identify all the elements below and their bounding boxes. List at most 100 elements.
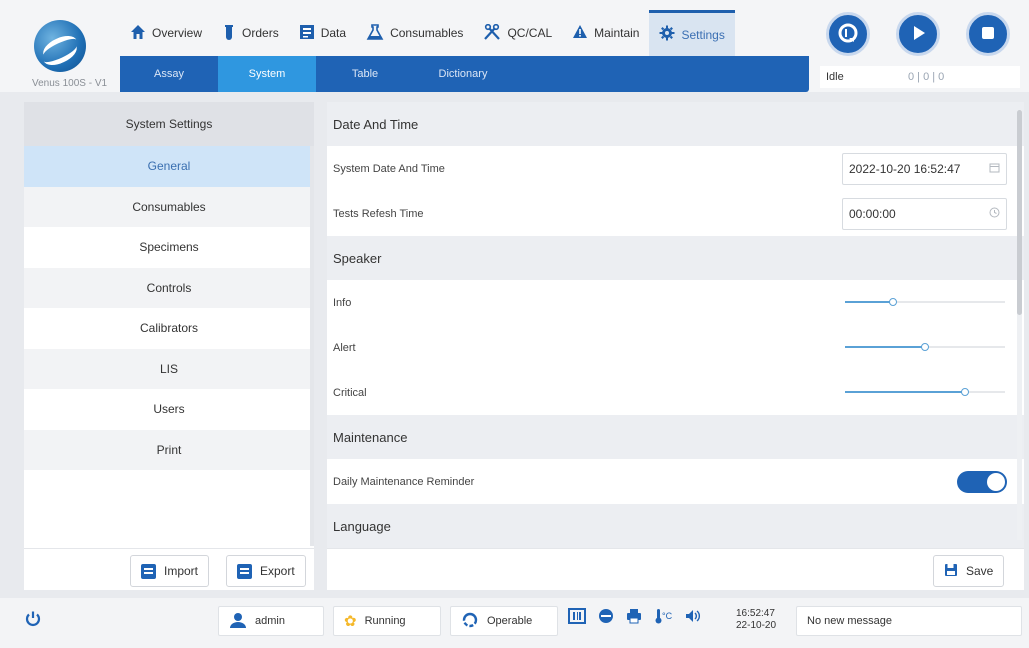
message-text: No new message xyxy=(807,615,892,627)
speaker-alert-slider[interactable] xyxy=(845,343,1005,351)
sidebar-item-users[interactable]: Users xyxy=(24,389,314,430)
row-system-date-time: System Date And Time 2022-10-20 16:52:47 xyxy=(327,146,1024,191)
subtab-system[interactable]: System xyxy=(218,56,316,92)
daily-maintenance-label: Daily Maintenance Reminder xyxy=(333,475,475,488)
speaker-alert-label: Alert xyxy=(333,341,356,354)
slider-fill xyxy=(845,391,965,393)
row-speaker-info: Info xyxy=(327,280,1024,325)
settings-content: Date And Time System Date And Time 2022-… xyxy=(327,102,1024,590)
row-daily-maintenance: Daily Maintenance Reminder xyxy=(327,459,1024,504)
test-tube-icon xyxy=(222,24,236,43)
gear-icon xyxy=(659,25,675,44)
system-date-time-value: 2022-10-20 16:52:47 xyxy=(849,161,961,176)
cycle-icon xyxy=(461,611,479,632)
system-date-time-label: System Date And Time xyxy=(333,162,445,175)
sidebar-scrollbar[interactable] xyxy=(310,146,314,546)
tab-settings[interactable]: Settings xyxy=(649,10,735,56)
printer-icon[interactable] xyxy=(626,608,642,627)
message-box[interactable]: No new message xyxy=(796,606,1022,636)
sidebar-item-calibrators[interactable]: Calibrators xyxy=(24,308,314,349)
header: Venus 100S - V1 Overview Orders Data Con… xyxy=(0,0,1029,92)
subtab-dictionary[interactable]: Dictionary xyxy=(414,56,512,92)
tab-label: Consumables xyxy=(390,26,464,40)
pause-button[interactable] xyxy=(826,12,870,56)
tools-icon xyxy=(483,23,501,43)
clock-icon xyxy=(989,207,1000,221)
temperature-icon[interactable]: °C xyxy=(654,608,673,627)
tab-maintain[interactable]: Maintain xyxy=(562,10,649,56)
tests-refresh-field[interactable]: 00:00:00 xyxy=(842,197,1007,230)
tab-consumables[interactable]: Consumables xyxy=(356,10,473,56)
status-counts: 0 | 0 | 0 xyxy=(908,71,945,83)
status-state: Idle xyxy=(826,71,844,83)
user-icon xyxy=(229,612,247,631)
volume-icon[interactable] xyxy=(684,608,702,627)
speaker-critical-slider[interactable] xyxy=(845,388,1005,396)
scanner-icon[interactable] xyxy=(568,608,586,627)
sidebar-item-specimens[interactable]: Specimens xyxy=(24,227,314,268)
import-icon xyxy=(141,563,156,579)
sidebar-item-consumables[interactable]: Consumables xyxy=(24,186,314,227)
tab-label: QC/CAL xyxy=(507,26,553,40)
slider-knob[interactable] xyxy=(921,343,929,351)
row-tests-refresh-time: Tests Refesh Time 00:00:00 xyxy=(327,191,1024,236)
sidebar-item-print[interactable]: Print xyxy=(24,429,314,470)
home-icon xyxy=(130,24,146,43)
section-maintenance: Maintenance xyxy=(327,415,1024,459)
slider-knob[interactable] xyxy=(961,388,969,396)
section-date-time: Date And Time xyxy=(327,102,1024,146)
slider-knob[interactable] xyxy=(889,298,897,306)
save-label: Save xyxy=(966,564,994,578)
running-gear-icon: ✿ xyxy=(344,613,357,630)
start-button[interactable] xyxy=(896,12,940,56)
speaker-info-slider[interactable] xyxy=(845,298,1005,306)
save-button[interactable]: Save xyxy=(933,555,1005,587)
tests-refresh-value: 00:00:00 xyxy=(849,206,896,221)
export-button[interactable]: Export xyxy=(226,555,306,587)
content-footer: Save xyxy=(327,548,1024,590)
sidebar-title: System Settings xyxy=(24,102,314,146)
tab-label: Maintain xyxy=(594,26,640,40)
slider-fill xyxy=(845,346,925,348)
tab-data[interactable]: Data xyxy=(289,10,356,56)
stop-icon xyxy=(979,24,997,45)
subtab-assay[interactable]: Assay xyxy=(120,56,218,92)
logo xyxy=(34,20,86,72)
subtab-table[interactable]: Table xyxy=(316,56,414,92)
tab-orders[interactable]: Orders xyxy=(212,10,289,56)
content-scrollbar[interactable] xyxy=(1017,110,1022,540)
running-label: Running xyxy=(364,615,406,627)
system-date-time-field[interactable]: 2022-10-20 16:52:47 xyxy=(842,152,1007,185)
network-icon[interactable] xyxy=(598,608,614,627)
user-button[interactable]: admin xyxy=(218,606,324,636)
sidebar-item-controls[interactable]: Controls xyxy=(24,267,314,308)
export-icon xyxy=(237,563,252,579)
speaker-critical-label: Critical xyxy=(333,386,367,399)
operable-label: Operable xyxy=(487,615,533,627)
warning-icon xyxy=(572,24,588,42)
import-button[interactable]: Import xyxy=(130,555,210,587)
sidebar-item-general[interactable]: General xyxy=(24,146,314,187)
clock: 16:52:47 22-10-20 xyxy=(736,608,776,632)
pause-icon xyxy=(837,22,859,47)
calendar-icon xyxy=(989,162,1000,176)
svg-text:°C: °C xyxy=(662,611,672,621)
tests-refresh-label: Tests Refesh Time xyxy=(333,207,424,220)
row-speaker-alert: Alert xyxy=(327,325,1024,370)
data-icon xyxy=(299,24,315,43)
sidebar-item-lis[interactable]: LIS xyxy=(24,348,314,389)
tab-qccal[interactable]: QC/CAL xyxy=(473,10,562,56)
version-label: Venus 100S - V1 xyxy=(32,78,108,89)
sidebar-footer: Import Export xyxy=(24,548,314,590)
tab-label: Data xyxy=(320,26,347,40)
save-icon xyxy=(944,563,958,580)
daily-maintenance-toggle[interactable] xyxy=(957,471,1007,493)
slider-fill xyxy=(845,301,893,303)
flask-icon xyxy=(366,23,384,43)
stop-button[interactable] xyxy=(966,12,1010,56)
tab-overview[interactable]: Overview xyxy=(120,10,212,56)
power-icon[interactable] xyxy=(24,610,42,633)
top-navigation: Overview Orders Data Consumables QC/CAL xyxy=(120,10,735,56)
settings-sidebar: System Settings General Consumables Spec… xyxy=(24,102,314,590)
scrollbar-thumb[interactable] xyxy=(1017,110,1022,315)
